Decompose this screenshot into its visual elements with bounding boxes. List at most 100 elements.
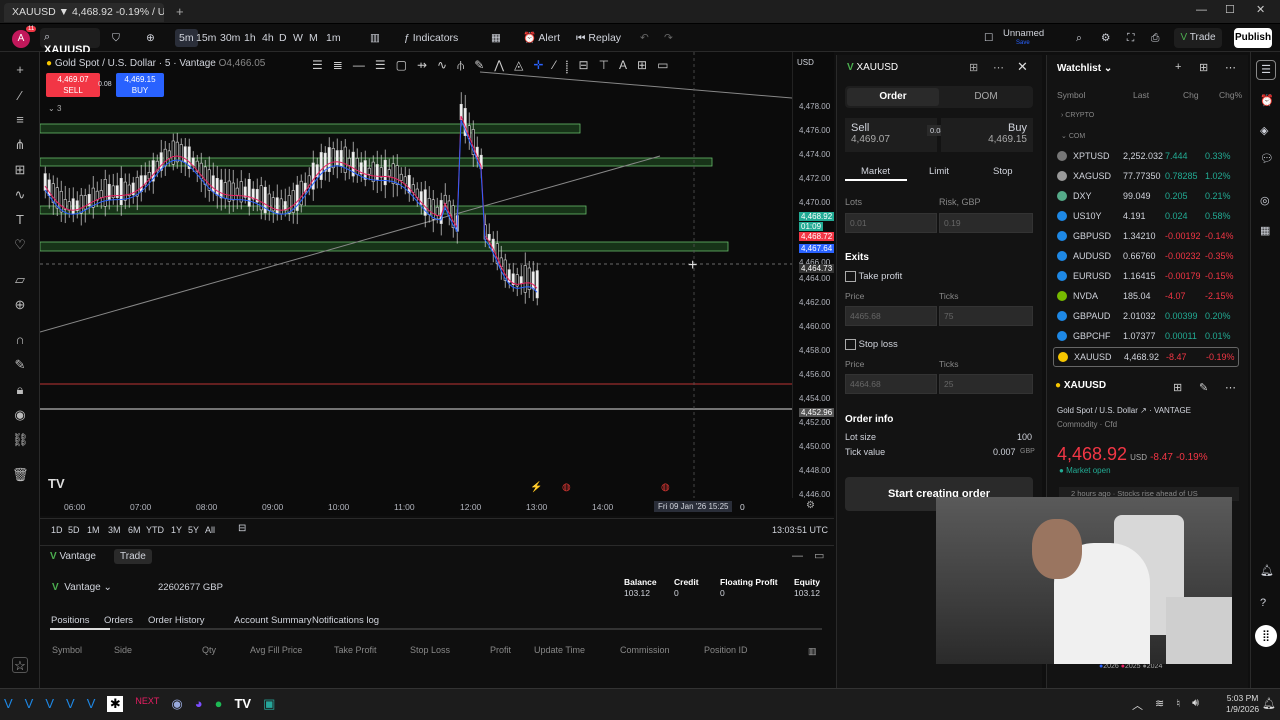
magnet-icon[interactable]: ∩ (12, 332, 28, 348)
obs-icon[interactable]: ▣ (263, 696, 275, 712)
watchlist-header[interactable]: Symbol (1057, 90, 1085, 100)
watchlist-row[interactable]: EURUSD 1.16415 -0.00179 -0.15% (1053, 267, 1239, 287)
new-tab-button[interactable]: + (176, 4, 184, 19)
watchlist-row[interactable]: NVDA 185.04 -4.07 -2.15% (1053, 287, 1239, 307)
chat-icon[interactable]: 💬︎ (1260, 152, 1274, 165)
scale-settings-icon[interactable]: ⚙ (806, 500, 815, 511)
add-symbol-icon[interactable]: ⊕ (146, 29, 155, 47)
group-crypto[interactable]: › CRYPTO (1061, 112, 1094, 119)
pen-icon[interactable]: ✎ (474, 58, 484, 78)
column-header[interactable]: Commission (620, 645, 670, 655)
maximize-icon[interactable]: ☐ (1225, 3, 1235, 16)
watchlist-row[interactable]: DXY 99.049 0.205 0.21% (1053, 187, 1239, 207)
stop-loss-checkbox[interactable] (845, 339, 856, 350)
subtab-order-history[interactable]: Order History (148, 615, 204, 626)
wifi-off-icon[interactable]: ≋ (1155, 697, 1164, 713)
stop-loss-toggle[interactable]: Stop loss (845, 339, 898, 350)
vantage-app-icon-2[interactable]: V (25, 696, 34, 712)
take-profit-toggle[interactable]: Take profit (845, 271, 902, 282)
range-3M[interactable]: 3M (108, 525, 121, 535)
pattern-icon[interactable]: ⋔ (12, 137, 28, 153)
clock[interactable]: 5:03 PM 1/9/2026 (1226, 693, 1259, 715)
lots-input[interactable] (845, 213, 937, 233)
lines-icon[interactable]: ☰ (375, 58, 386, 78)
bar-style-icon[interactable]: ▥ (370, 29, 380, 47)
trash-icon[interactable]: 🗑︎ (12, 467, 29, 483)
sell-quick-button[interactable]: 4,469.07 SELL (46, 73, 100, 97)
more-icon[interactable]: ⋯ (1225, 381, 1236, 394)
calendar-icon[interactable]: ▦ (1260, 224, 1270, 237)
layout-icon[interactable]: ☐ (984, 29, 993, 47)
tradingview-app-icon[interactable]: TV (234, 696, 251, 712)
subtab-account-summary[interactable]: Account Summary (234, 615, 312, 626)
browser-tab[interactable]: XAUUSD ▼ 4,468.92 -0.19% / U (4, 3, 164, 22)
range-1D[interactable]: 1D (51, 525, 63, 535)
maximize-panel-icon[interactable]: ▭ (814, 549, 824, 562)
range-6M[interactable]: 6M (128, 525, 141, 535)
next-app-icon[interactable]: NEXT (135, 696, 159, 712)
ruler-icon[interactable]: ▱ (12, 272, 28, 288)
layout-icon[interactable]: ⊞ (969, 61, 978, 74)
columns-settings-icon[interactable]: ▥ (808, 646, 817, 657)
grid-icon[interactable]: ⊞ (1173, 381, 1182, 394)
notifications-icon[interactable]: 🔔︎ (1260, 564, 1274, 577)
favorite-icon[interactable]: ♡ (12, 237, 28, 253)
more-icon[interactable]: ⋯ (993, 61, 1004, 74)
range-5Y[interactable]: 5Y (188, 525, 199, 535)
broker-tab[interactable]: V Vantage (50, 551, 96, 562)
take-profit-checkbox[interactable] (845, 271, 856, 282)
watchlist-header[interactable]: Chg% (1219, 90, 1242, 100)
zoom-icon[interactable]: ⊕ (12, 297, 28, 313)
watchlist-row[interactable]: GBPCHF 1.07377 0.00011 0.01% (1053, 327, 1239, 347)
projection-icon[interactable]: ⊞ (12, 162, 28, 178)
range-1M[interactable]: 1M (87, 525, 100, 535)
redo-icon[interactable]: ↷ (664, 29, 673, 47)
currency-selector[interactable]: USD (797, 58, 814, 67)
interval-15m[interactable]: 15m (196, 29, 216, 47)
range-1Y[interactable]: 1Y (171, 525, 182, 535)
steam-icon[interactable]: ◉ (171, 696, 182, 712)
text-tool-icon[interactable]: ⊤ (599, 58, 609, 78)
subtab-positions[interactable]: Positions (51, 615, 90, 626)
path-icon[interactable]: ⋀ (494, 58, 504, 78)
watchlist-row[interactable]: GBPUSD 1.34210 -0.00192 -0.14% (1053, 227, 1239, 247)
watchlist-header[interactable]: Last (1133, 90, 1149, 100)
group-com[interactable]: ⌄ COM (1061, 132, 1085, 140)
publish-button[interactable]: Publish (1234, 28, 1272, 48)
levels-icon[interactable]: ≣ (333, 58, 343, 78)
trendline-icon[interactable]: ⁄ (12, 88, 28, 104)
column-header[interactable]: Update Time (534, 645, 585, 655)
risk-input[interactable] (939, 213, 1033, 233)
trade-tab[interactable]: Trade (114, 549, 152, 564)
close-window-icon[interactable]: ✕ (1256, 3, 1265, 16)
replay-button[interactable]: ⏮ Replay (576, 29, 621, 47)
sell-button[interactable]: Sell 4,469.07 (845, 118, 937, 152)
add-symbol-icon[interactable]: + (1175, 61, 1181, 73)
watchlist-row[interactable]: XAUUSD 4,468.92 -8.47 -0.19% (1053, 347, 1239, 367)
event-icon[interactable]: ⚡ (530, 482, 542, 493)
fib-icon[interactable]: ≡ (12, 112, 28, 128)
ray-icon[interactable]: ⇸ (417, 58, 427, 78)
vantage-app-icon-5[interactable]: V (87, 696, 96, 712)
us-flag-icon-2[interactable]: ◍ (661, 482, 670, 493)
tp-price-input[interactable] (845, 306, 937, 326)
pencil-lock-icon[interactable]: ✎ (12, 357, 28, 373)
fullscreen-icon[interactable]: ⛶ (1127, 29, 1134, 47)
user-avatar[interactable]: A (12, 30, 30, 48)
order-type-limit[interactable]: Limit (929, 166, 949, 177)
tp-ticks-label[interactable]: Ticks (939, 291, 959, 301)
symbol-search[interactable]: ⌕ XAUUSD (40, 28, 100, 56)
column-header[interactable]: Take Profit (334, 645, 377, 655)
layers-icon[interactable]: ◈ (1260, 124, 1268, 137)
interval-M[interactable]: M (309, 29, 318, 47)
column-header[interactable]: Symbol (52, 645, 82, 655)
ideas-icon[interactable]: ◎ (1260, 194, 1270, 207)
notifications-icon[interactable]: 🔔︎ (1262, 697, 1276, 710)
chevron-up-icon[interactable]: ︿ (1132, 697, 1143, 713)
cross-icon[interactable]: ✛ (533, 58, 543, 78)
advanced-view-icon[interactable]: ⊞ (1199, 61, 1208, 74)
interval-1m[interactable]: 1m (326, 29, 341, 47)
indicators-button[interactable]: ƒ Indicators (404, 29, 458, 47)
watchlist-icon[interactable]: ☰ (1256, 60, 1276, 80)
column-header[interactable]: Side (114, 645, 132, 655)
